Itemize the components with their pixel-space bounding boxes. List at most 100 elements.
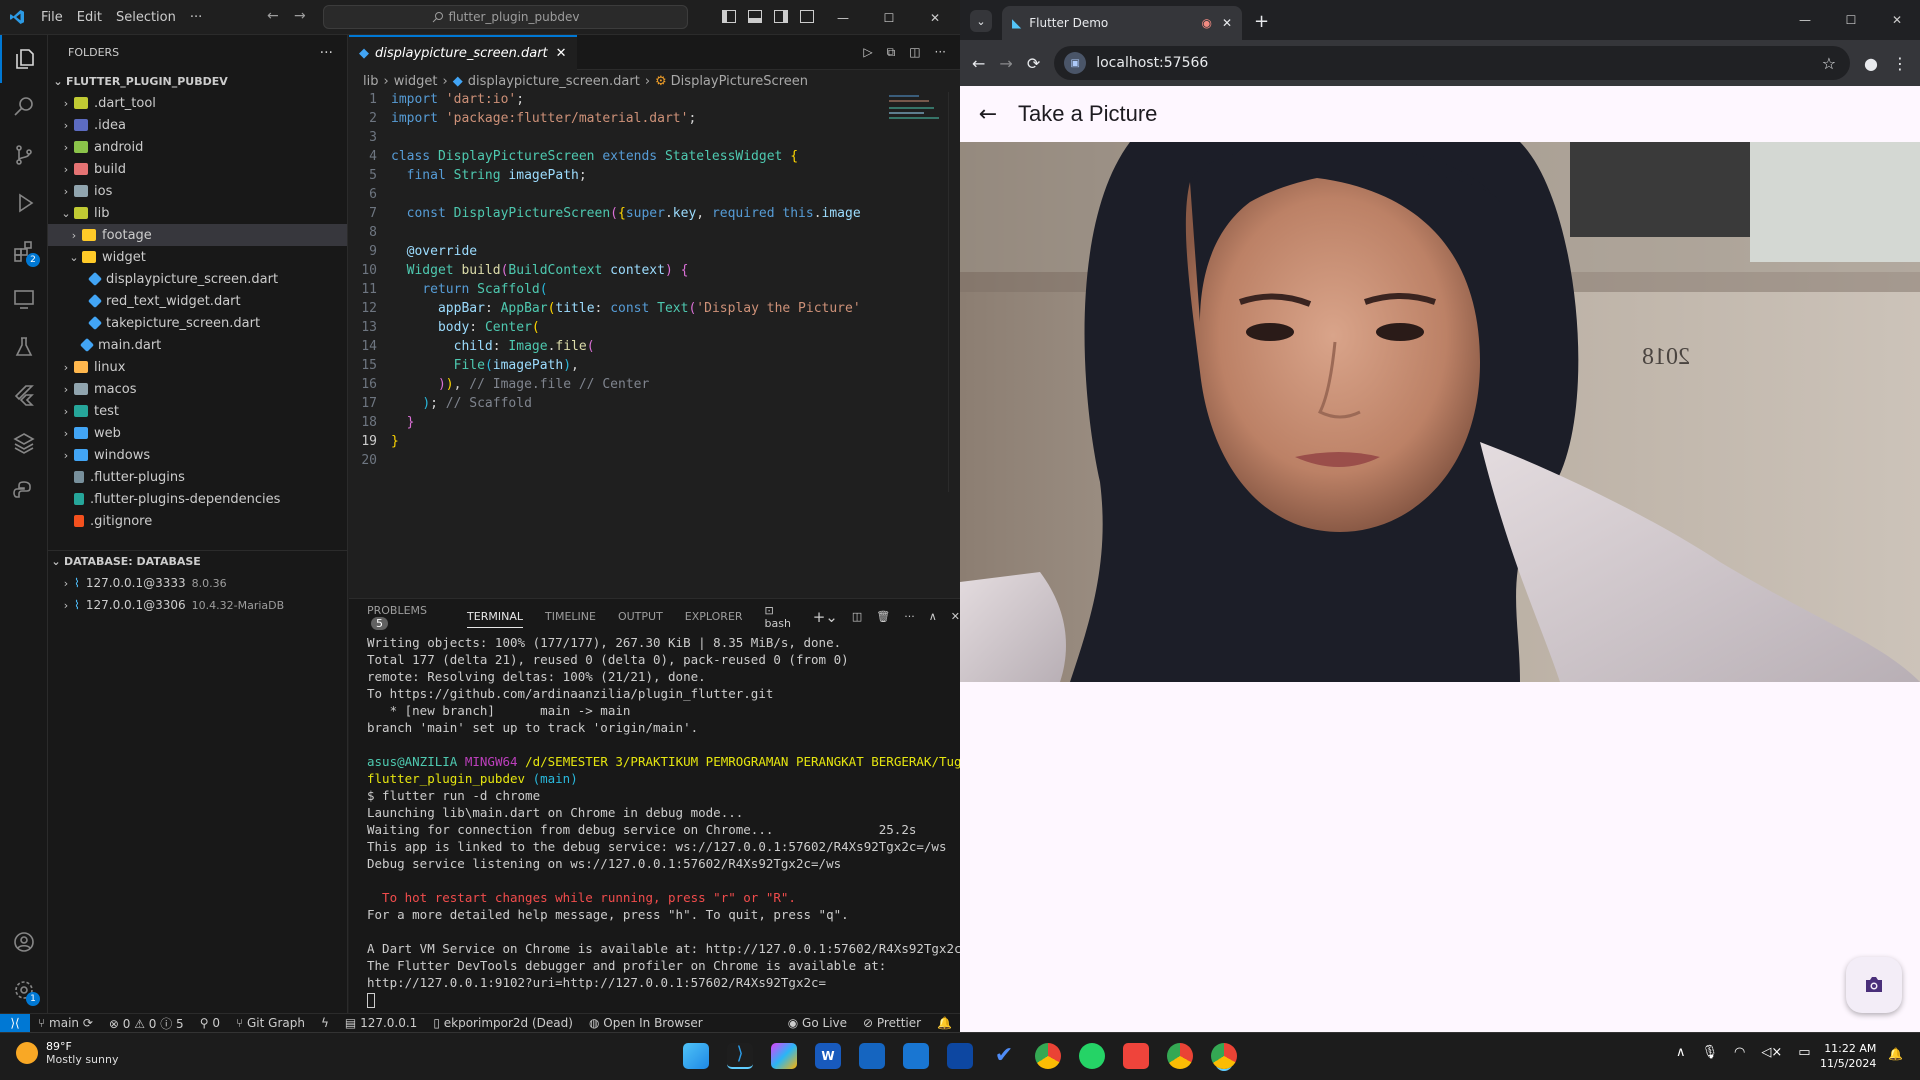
code-editor[interactable]: 1 import 'dart:io'; 2 import 'package:flutt… [349, 92, 960, 472]
weather-widget[interactable]: 89°F Mostly sunny [16, 1040, 118, 1066]
tab-search-icon[interactable]: ⌄ [970, 10, 992, 32]
chrome-dev-icon[interactable] [1035, 1043, 1061, 1069]
status-open-browser[interactable]: ◍ Open In Browser [581, 1016, 711, 1030]
menu-file[interactable]: File [34, 10, 70, 25]
minimap[interactable] [889, 92, 949, 122]
tab-terminal[interactable]: TERMINAL [467, 610, 523, 628]
customize-layout-icon[interactable] [800, 10, 814, 23]
close-tab-icon[interactable]: ✕ [1222, 16, 1232, 30]
command-center-search[interactable]: flutter_plugin_pubdev [323, 5, 688, 29]
database-section-header[interactable]: ⌄ DATABASE: DATABASE [48, 550, 348, 572]
tree-item[interactable]: › .dart_tool [48, 92, 347, 114]
kill-terminal-icon[interactable]: 🗑 [876, 610, 890, 623]
chevron-up-icon[interactable]: ∧ [1676, 1045, 1686, 1060]
remote-indicator-icon[interactable]: ⟩⟨ [0, 1013, 30, 1033]
tree-item[interactable]: .flutter-plugins [48, 466, 347, 488]
breadcrumb-file[interactable]: displaypicture_screen.dart [468, 74, 640, 89]
menu-more[interactable]: ··· [183, 10, 209, 25]
tree-item[interactable]: › .idea [48, 114, 347, 136]
close-button[interactable]: ✕ [1874, 0, 1920, 40]
back-arrow-icon[interactable]: ← [972, 54, 985, 73]
tree-item[interactable]: ⌄ widget [48, 246, 347, 268]
tree-item[interactable]: main.dart [48, 334, 347, 356]
reload-icon[interactable]: ⟳ [1027, 54, 1040, 73]
status-go-live[interactable]: ◉ Go Live [780, 1016, 855, 1030]
tree-root[interactable]: ⌄ FLUTTER_PLUGIN_PUBDEV [48, 70, 347, 92]
toggle-sidebar-icon[interactable] [722, 10, 736, 23]
python-icon[interactable] [0, 467, 48, 515]
clock[interactable]: 11:22 AM 11/5/2024 [1820, 1041, 1876, 1071]
take-picture-button[interactable] [1846, 957, 1902, 1013]
accounts-icon[interactable] [0, 918, 48, 966]
microphone-icon[interactable]: 🎙 [1702, 1045, 1719, 1060]
back-arrow-icon[interactable]: ← [267, 8, 279, 24]
testing-icon[interactable] [0, 323, 48, 371]
menu-selection[interactable]: Selection [109, 10, 183, 25]
more-editor-actions-icon[interactable]: ··· [935, 45, 946, 59]
tree-item[interactable]: › android [48, 136, 347, 158]
tree-item[interactable]: › windows [48, 444, 347, 466]
database-connection-item[interactable]: › ⌇ 127.0.0.1@3306 10.4.32-MariaDB [48, 594, 348, 616]
toggle-panel-icon[interactable] [748, 10, 762, 23]
remote-explorer-icon[interactable] [0, 275, 48, 323]
status-problems[interactable]: ⊗ 0 ⚠ 0 ⓘ 5 [101, 1015, 192, 1032]
tree-item[interactable]: takepicture_screen.dart [48, 312, 347, 334]
editor-scrollbar[interactable] [948, 92, 960, 492]
new-terminal-icon[interactable]: +⌄ [813, 608, 838, 626]
chrome-icon[interactable] [1167, 1043, 1193, 1069]
minimize-button[interactable]: — [1782, 0, 1828, 40]
menu-edit[interactable]: Edit [70, 10, 109, 25]
whatsapp-icon[interactable] [1079, 1043, 1105, 1069]
tree-item[interactable]: ⌄ lib [48, 202, 347, 224]
flutter-icon[interactable] [0, 371, 48, 419]
todo-icon[interactable]: ✔ [991, 1043, 1017, 1069]
site-info-icon[interactable]: ▣ [1064, 52, 1087, 74]
anydesk-icon[interactable] [1123, 1043, 1149, 1069]
new-tab-icon[interactable]: + [1254, 11, 1269, 32]
bookmark-star-icon[interactable]: ☆ [1822, 54, 1836, 73]
more-panel-actions-icon[interactable]: ··· [904, 610, 915, 623]
status-git-graph[interactable]: ⑂ Git Graph [228, 1016, 313, 1030]
chrome-tab-flutter-demo[interactable]: ◣ Flutter Demo ◉ ✕ [1002, 6, 1242, 40]
battery-icon[interactable]: ▭ [1798, 1045, 1810, 1060]
search-icon[interactable] [0, 83, 48, 131]
vscode-taskbar-icon[interactable]: ⟩ [727, 1043, 753, 1069]
more-actions-icon[interactable]: ··· [320, 45, 333, 61]
notifications-bell-icon[interactable]: 🔔 [929, 1016, 960, 1030]
start-menu-icon[interactable] [683, 1043, 709, 1069]
maximize-button[interactable]: ☐ [866, 0, 912, 35]
plug-icon[interactable]: ϟ [313, 1016, 337, 1030]
tree-item[interactable]: › linux [48, 356, 347, 378]
layout-toggle-icons[interactable] [722, 10, 814, 23]
forward-arrow-icon[interactable]: → [294, 8, 306, 24]
explorer-icon[interactable] [0, 35, 48, 83]
tab-displaypicture-screen[interactable]: ◆ displaypicture_screen.dart ✕ [349, 35, 577, 70]
profile-icon[interactable]: ● [1864, 54, 1878, 73]
status-branch[interactable]: ⑂ main ⟳ [30, 1016, 101, 1030]
chrome-active-icon[interactable] [1211, 1043, 1237, 1069]
wifi-icon[interactable]: ◠ [1734, 1045, 1745, 1060]
breadcrumb-class[interactable]: DisplayPictureScreen [671, 74, 808, 89]
forward-arrow-icon[interactable]: → [999, 54, 1012, 73]
status-prettier[interactable]: ⊘ Prettier [855, 1016, 929, 1030]
layers-icon[interactable] [0, 419, 48, 467]
source-control-icon[interactable] [0, 131, 48, 179]
tree-item[interactable]: .gitignore [48, 510, 347, 532]
status-db-name[interactable]: ▯ ekporimpor2d (Dead) [425, 1016, 581, 1030]
status-db[interactable]: ▤ 127.0.0.1 [337, 1016, 425, 1030]
tree-item[interactable]: › web [48, 422, 347, 444]
settings-gear-icon[interactable]: 1 [0, 966, 48, 1014]
toggle-secondary-sidebar-icon[interactable] [774, 10, 788, 23]
status-ports[interactable]: ⚲ 0 [192, 1016, 228, 1030]
open-changes-icon[interactable]: ⧉ [887, 45, 896, 60]
minimize-button[interactable]: — [820, 0, 866, 35]
close-button[interactable]: ✕ [912, 0, 958, 35]
run-debug-icon[interactable] [0, 179, 48, 227]
tree-item[interactable]: › build [48, 158, 347, 180]
run-file-icon[interactable]: ▷ [863, 45, 872, 59]
breadcrumb-lib[interactable]: lib [363, 74, 378, 89]
maximize-panel-icon[interactable]: ∧ [929, 610, 937, 623]
breadcrumb-widget[interactable]: widget [394, 74, 438, 89]
terminal-output[interactable]: Writing objects: 100% (177/177), 267.30 … [349, 634, 984, 991]
split-terminal-icon[interactable]: ◫ [852, 610, 862, 623]
